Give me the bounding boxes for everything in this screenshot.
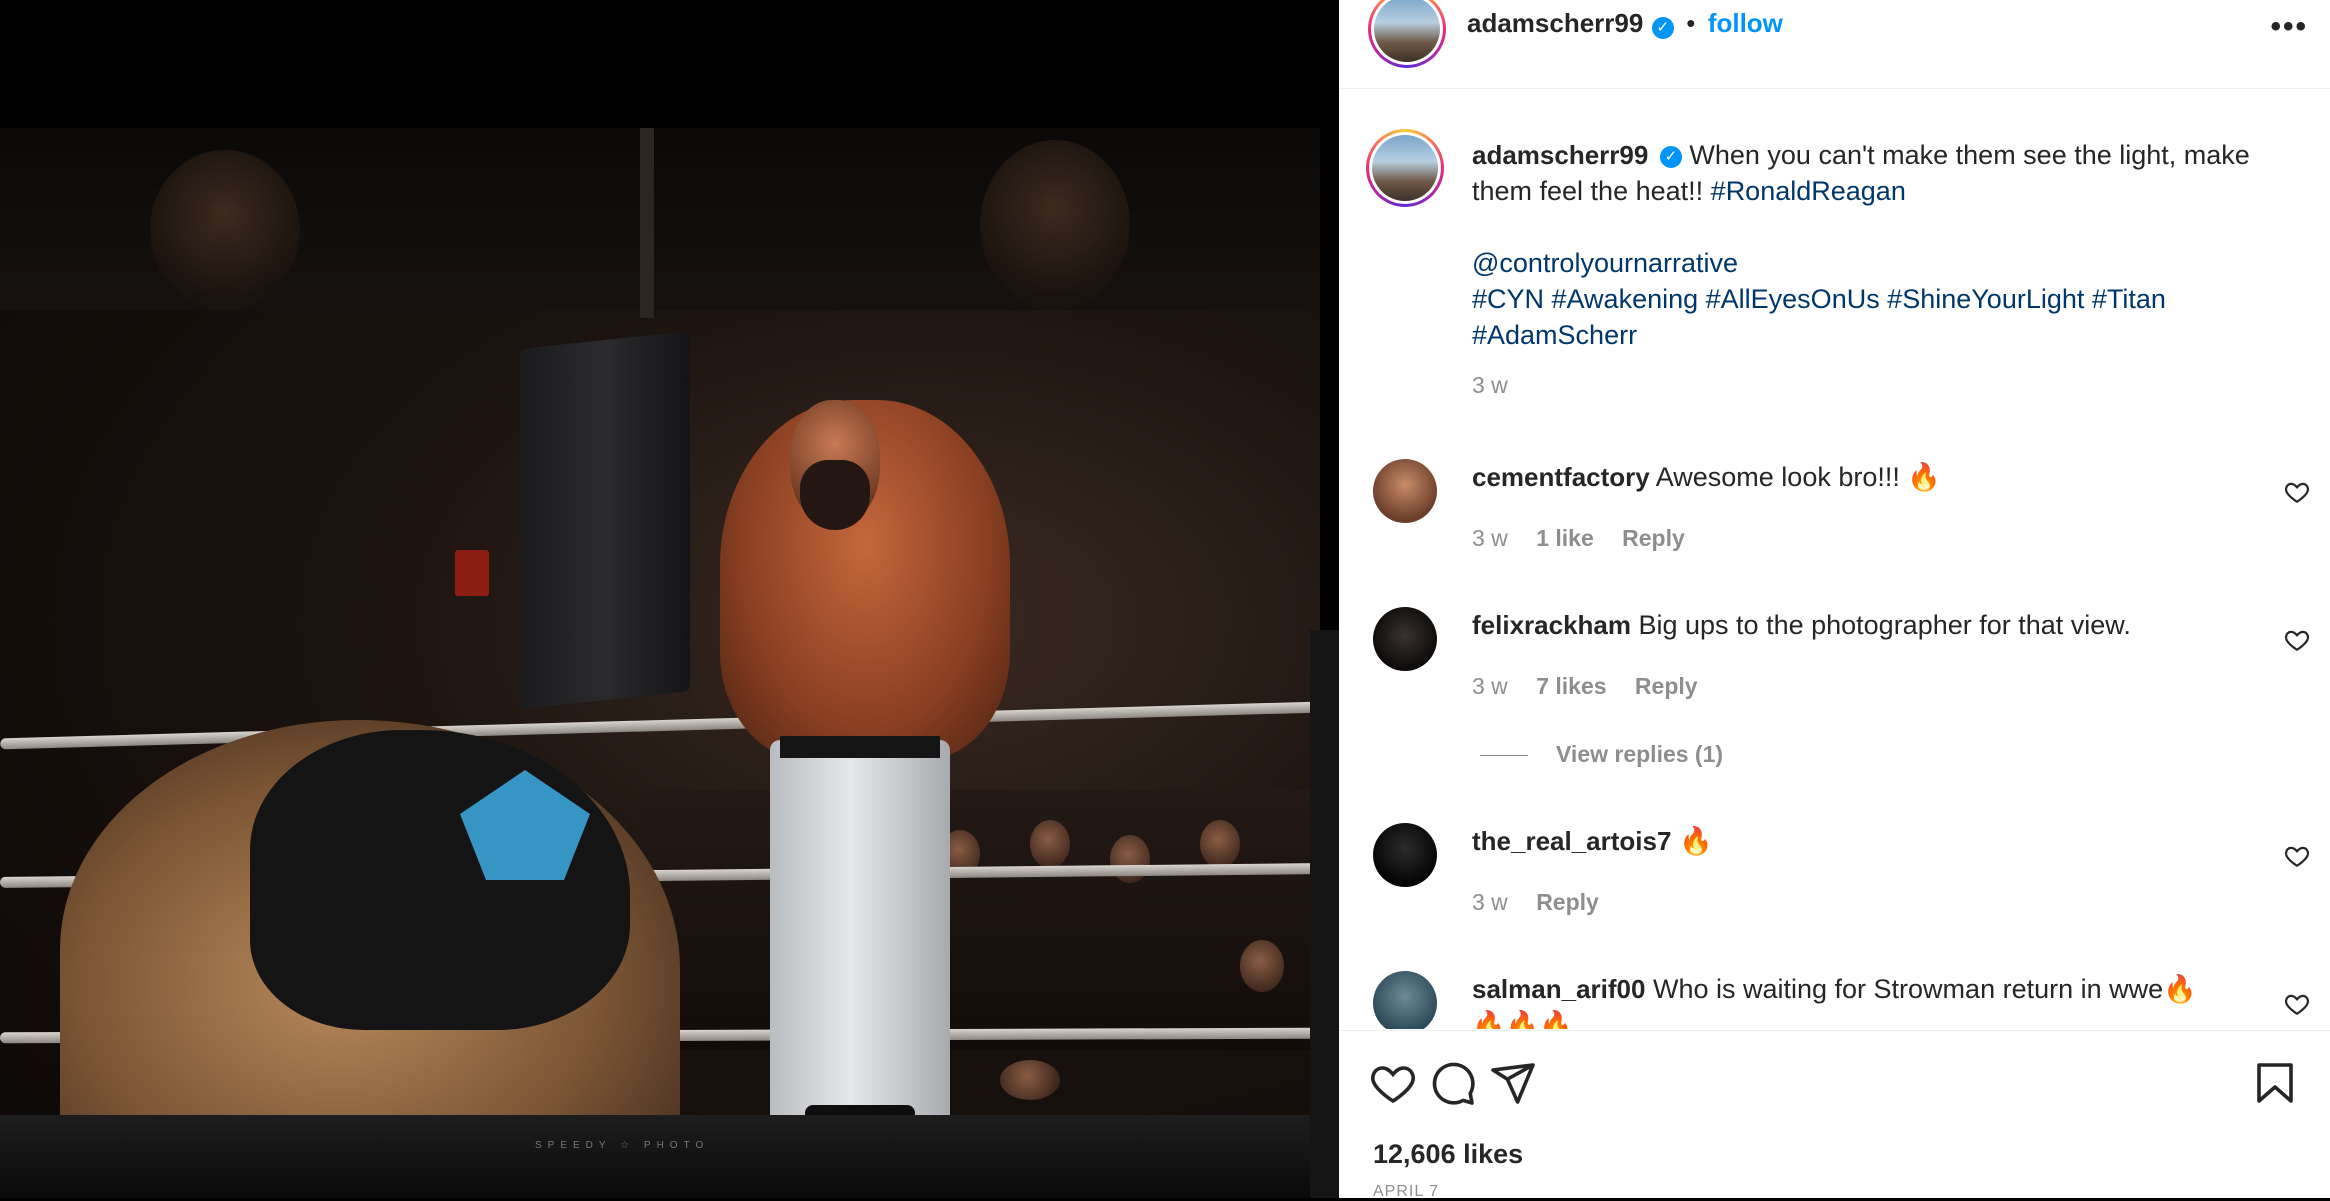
replies-divider	[1480, 755, 1528, 757]
commenter-username[interactable]: felixrackham	[1472, 610, 1631, 640]
more-options-icon[interactable]: •••	[2270, 10, 2308, 44]
comment-text-line: salman_arif00 Who is waiting for Strowma…	[1472, 971, 2242, 1029]
post-photo[interactable]: SPEEDY ☆ PHOTO	[0, 0, 1339, 1198]
post-date[interactable]: APRIL 7	[1373, 1183, 1439, 1201]
comment-text: Big ups to the photographer for that vie…	[1638, 610, 2131, 640]
comment-text: 🔥	[1678, 826, 1713, 856]
bookmark-icon[interactable]	[2251, 1059, 2299, 1107]
comment-text: Who is waiting for Strowman return in ww…	[1652, 974, 2197, 1004]
heart-icon[interactable]	[2284, 991, 2310, 1017]
photo-watermark: SPEEDY ☆ PHOTO	[535, 1140, 710, 1151]
heart-icon[interactable]	[1369, 1059, 1417, 1107]
comment-text-line: cementfactory Awesome look bro!!! 🔥	[1472, 459, 2242, 495]
speaker-stack	[520, 331, 690, 709]
reply-button[interactable]: Reply	[1622, 525, 1685, 551]
author-username[interactable]: adamscherr99	[1467, 8, 1643, 38]
comment-like-count[interactable]: 7 likes	[1536, 673, 1606, 699]
post-header: adamscherr99 ✓ • follow •••	[1339, 0, 2330, 89]
comment-icon[interactable]	[1429, 1059, 1477, 1107]
hashtag-link[interactable]: #AdamScherr	[1472, 317, 2302, 353]
post-caption: adamscherr99 ✓ When you can't make them …	[1472, 137, 2302, 403]
standing-wrestler-beard	[800, 460, 870, 530]
standing-wrestler-belt	[780, 736, 940, 758]
comment-time[interactable]: 3 w	[1472, 673, 1508, 699]
comment-text-continued: 🔥🔥🔥	[1472, 1010, 1573, 1029]
caption-avatar[interactable]	[1366, 129, 1444, 207]
follow-button[interactable]: follow	[1708, 8, 1783, 38]
heart-icon[interactable]	[2284, 479, 2310, 505]
commenter-avatar[interactable]	[1373, 971, 1437, 1029]
comment-meta: 3 w Reply	[1472, 889, 1621, 916]
comment-meta: 3 w 7 likes Reply	[1472, 673, 1720, 700]
crowd-head	[1200, 820, 1240, 868]
commenter-avatar[interactable]	[1373, 823, 1437, 887]
commenter-avatar[interactable]	[1373, 607, 1437, 671]
commenter-username[interactable]: the_real_artois7	[1472, 826, 1671, 856]
crowd-head	[1000, 1060, 1060, 1100]
ring-pole	[640, 128, 654, 318]
comment-time[interactable]: 3 w	[1472, 525, 1508, 551]
mention-link[interactable]: @controlyournarrative	[1472, 245, 2302, 281]
background-face	[150, 150, 300, 310]
caption-username[interactable]: adamscherr99	[1472, 140, 1648, 170]
share-icon[interactable]	[1489, 1059, 1537, 1107]
ring-post	[1310, 630, 1339, 1198]
ring-mat	[0, 1115, 1320, 1198]
comments-scroll-area[interactable]: adamscherr99 ✓ When you can't make them …	[1339, 89, 2330, 1029]
hashtag-list[interactable]: #CYN #Awakening #AllEyesOnUs #ShineYourL…	[1472, 281, 2302, 317]
background-face	[980, 140, 1130, 310]
view-replies-button[interactable]: View replies (1)	[1480, 741, 1723, 768]
reply-button[interactable]: Reply	[1536, 889, 1599, 915]
standing-wrestler-pants	[770, 740, 950, 1130]
comment-text-line: the_real_artois7 🔥	[1472, 823, 2242, 859]
crowd-head	[1240, 940, 1284, 992]
heart-icon[interactable]	[2284, 627, 2310, 653]
post-side-panel: adamscherr99 ✓ • follow ••• adamscherr99…	[1339, 0, 2330, 1201]
commenter-avatar[interactable]	[1373, 459, 1437, 523]
comment-meta: 3 w 1 like Reply	[1472, 525, 1707, 552]
exit-sign	[455, 550, 489, 596]
caption-timestamp[interactable]: 3 w	[1472, 367, 2302, 403]
separator-dot: •	[1686, 8, 1696, 38]
verified-badge-icon: ✓	[1659, 145, 1682, 168]
reply-button[interactable]: Reply	[1635, 673, 1698, 699]
likes-count[interactable]: 12,606 likes	[1373, 1139, 1523, 1170]
commenter-username[interactable]: salman_arif00	[1472, 974, 1645, 1004]
author-avatar[interactable]	[1368, 0, 1446, 68]
commenter-username[interactable]: cementfactory	[1472, 462, 1650, 492]
verified-badge-icon: ✓	[1651, 16, 1674, 39]
comment-text: Awesome look bro!!! 🔥	[1655, 462, 1941, 492]
comment-time[interactable]: 3 w	[1472, 889, 1508, 915]
post-action-bar: 12,606 likes APRIL 7	[1339, 1030, 2330, 1201]
hashtag-link[interactable]: #RonaldReagan	[1711, 176, 1906, 206]
comment-like-count[interactable]: 1 like	[1536, 525, 1594, 551]
crowd-head	[1030, 820, 1070, 868]
author-line: adamscherr99 ✓ • follow	[1467, 8, 1783, 39]
comment-text-line: felixrackham Big ups to the photographer…	[1472, 607, 2242, 643]
heart-icon[interactable]	[2284, 843, 2310, 869]
